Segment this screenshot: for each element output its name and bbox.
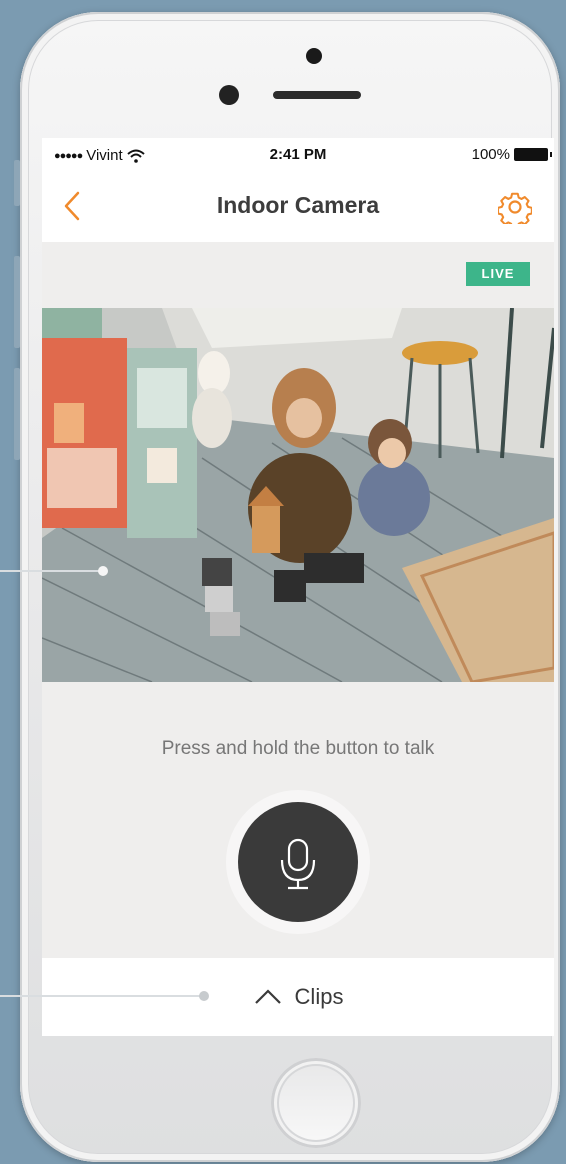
volume-down-button: [14, 368, 20, 460]
camera-feed-callout-line: [0, 570, 104, 572]
camera-live-feed[interactable]: [42, 308, 554, 682]
settings-button[interactable]: [496, 190, 533, 229]
volume-up-button: [14, 256, 20, 348]
home-button[interactable]: [271, 1058, 361, 1148]
battery-percent: 100%: [471, 146, 510, 163]
page-title: Indoor Camera: [216, 192, 380, 218]
battery-icon: [514, 148, 552, 161]
status-bar: ●●●●● Vivint 2:41 PM 100%: [42, 138, 554, 174]
camera-feed-callout-dot: [98, 566, 108, 576]
camera-feed-image: [42, 308, 554, 682]
push-to-talk-button[interactable]: [238, 802, 358, 922]
gear-icon: [496, 192, 533, 229]
mute-switch: [14, 160, 20, 206]
chevron-up-icon: [254, 989, 281, 1004]
clips-callout-line: [0, 995, 200, 997]
proximity-sensor: [219, 85, 239, 105]
clips-callout-dot: [199, 991, 209, 1001]
app-screen: ●●●●● Vivint 2:41 PM 100% Indoor Camera: [42, 138, 554, 1036]
talk-instruction: Press and hold the button to talk: [161, 738, 435, 759]
live-status-strip: LIVE: [42, 242, 554, 308]
clips-label: Clips: [294, 984, 344, 1009]
live-badge: LIVE: [466, 262, 530, 286]
talk-panel: Press and hold the button to talk: [42, 682, 554, 958]
earpiece-speaker: [273, 91, 361, 99]
front-camera: [306, 48, 322, 64]
clips-drawer-toggle[interactable]: Clips: [42, 958, 554, 1036]
navigation-bar: Indoor Camera: [42, 174, 554, 242]
microphone-icon: [280, 838, 316, 890]
